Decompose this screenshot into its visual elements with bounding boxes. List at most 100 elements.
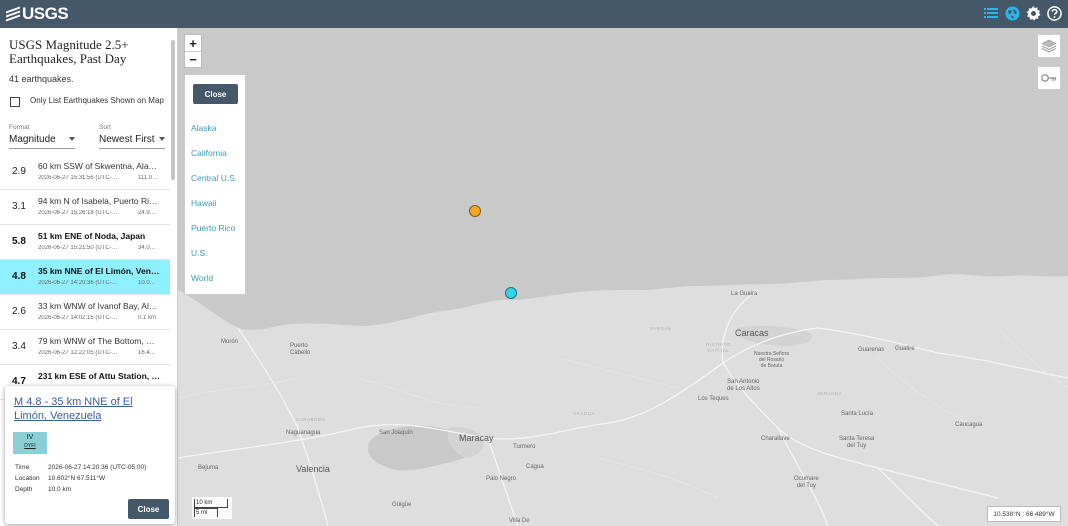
map-label-santa-lucia: Santa Lucía	[841, 411, 874, 417]
intensity-value: IV	[26, 434, 34, 441]
globe-icon[interactable]	[1004, 5, 1020, 21]
map-label-los-teques: Los Teques	[698, 396, 729, 402]
basemap	[178, 28, 1068, 526]
earthquake-count: 41 earthquakes.	[9, 74, 74, 84]
list-title: USGS Magnitude 2.5+ Earthquakes, Past Da…	[9, 37, 129, 66]
only-shown-on-map-checkbox[interactable]	[10, 97, 20, 107]
time-label: Time	[15, 464, 30, 471]
location-value: 10.602°N 67.511°W	[48, 475, 106, 482]
map-label-cagua: Cagua	[526, 464, 544, 470]
map-label-guigue: Güigüe	[392, 502, 412, 508]
region-selector-panel: Close Alaska California Central U.S. Haw…	[184, 74, 246, 295]
place: 94 km N of Isabela, Puerto Ri…	[38, 196, 158, 206]
legend-button[interactable]	[1037, 66, 1061, 90]
logo-text: USGS	[22, 4, 69, 23]
map-label-moron: Morón	[221, 339, 239, 345]
place: 60 km SSW of Skwentna, Ala…	[38, 161, 158, 171]
map-label-caucagua: Caucagua	[955, 422, 983, 428]
format-select[interactable]: Magnitude	[9, 134, 75, 149]
sort-label: Sort	[99, 124, 111, 131]
time: 2026-06-27 15:21:50 (UTC-…	[38, 245, 118, 251]
magnitude: 3.1	[12, 201, 26, 212]
map-label-distrito-capital: DISTRITO CAPITAL	[706, 342, 731, 353]
map-label-la-guaira: La Guaira	[731, 291, 758, 297]
usgs-wave-icon	[6, 6, 20, 22]
region-link-california[interactable]: California	[191, 148, 227, 158]
help-icon[interactable]	[1046, 5, 1062, 21]
list-item[interactable]: 3.4 79 km WNW of The Bottom, … 2026-06-2…	[0, 330, 170, 365]
popup-title-link[interactable]: M 4.8 - 35 km NNE of El Limón, Venezuela	[14, 395, 164, 423]
app-header: USGS	[0, 0, 1068, 28]
time: 2026-06-27 15:31:56 (UTC-…	[38, 175, 118, 181]
format-label: Format	[9, 124, 30, 131]
zoom-out-button[interactable]: −	[185, 51, 201, 67]
region-link-hawaii[interactable]: Hawaii	[191, 198, 217, 208]
popup-close-button[interactable]: Close	[128, 499, 169, 519]
region-link-us[interactable]: U.S.	[191, 248, 208, 258]
map-canvas[interactable]: Caracas Maracay Valencia La Guaira Morón…	[178, 28, 1068, 526]
list-item[interactable]: 3.1 94 km N of Isabela, Puerto Ri… 2026-…	[0, 190, 170, 225]
map-label-carabobo: CARABOBO	[296, 417, 326, 422]
region-close-button[interactable]: Close	[193, 84, 238, 104]
depth-value: 10.0 km	[48, 486, 72, 493]
sort-select[interactable]: Newest First	[99, 134, 165, 149]
map-label-miranda: MIRANDA	[818, 391, 843, 396]
depth: 16.4…	[138, 350, 156, 356]
place: 35 km NNE of El Limón, Ven…	[38, 266, 160, 276]
scale-mi: 5 mi	[194, 508, 218, 517]
list-item-selected[interactable]: 4.8 35 km NNE of El Limón, Ven… 2026-06-…	[0, 260, 170, 295]
depth: 10.0…	[138, 280, 156, 286]
magnitude: 2.9	[12, 166, 26, 177]
location-label: Location	[15, 475, 40, 482]
only-shown-on-map-label[interactable]: Only List Earthquakes Shown on Map	[30, 96, 164, 105]
zoom-in-button[interactable]: +	[185, 35, 201, 51]
magnitude: 5.8	[12, 236, 26, 247]
time: 2026-06-27 14:02:15 (UTC-…	[38, 315, 118, 321]
layers-icon	[1041, 39, 1057, 53]
time-value: 2026-06-27 14:20:36 (UTC-05:00)	[48, 464, 147, 471]
place: 79 km WNW of The Bottom, …	[38, 336, 155, 346]
map-label-aragua: ARAGUA	[573, 411, 596, 416]
map-label-caracas: Caracas	[735, 328, 769, 338]
zoom-control: + −	[184, 34, 202, 68]
region-link-puerto-rico[interactable]: Puerto Rico	[191, 223, 235, 233]
region-link-world[interactable]: World	[191, 273, 213, 283]
earthquake-marker[interactable]	[469, 205, 481, 217]
layers-button[interactable]	[1037, 34, 1061, 58]
earthquake-marker-selected[interactable]	[505, 287, 517, 299]
list-item[interactable]: 5.8 51 km ENE of Noda, Japan 2026-06-27 …	[0, 225, 170, 260]
depth: 111.0…	[138, 175, 159, 181]
intensity-badge[interactable]: IV DYFI	[13, 432, 47, 454]
time: 2026-06-27 15:26:18 (UTC-…	[38, 210, 118, 216]
map-label-guarenas: Guarenas	[858, 347, 885, 353]
map-label-maracay: Maracay	[459, 433, 494, 443]
cursor-coordinates: 10.538°N : 66.489°W	[987, 506, 1061, 522]
gear-icon[interactable]	[1025, 5, 1041, 21]
region-link-central-us[interactable]: Central U.S.	[191, 173, 237, 183]
map-label-puerto-cabello: Puerto Cabello	[290, 343, 311, 356]
place: 231 km ESE of Attu Station, …	[38, 371, 160, 381]
list-icon[interactable]	[983, 5, 999, 21]
map-label-turmero: Turmero	[513, 444, 536, 450]
earthquake-popup: M 4.8 - 35 km NNE of El Limón, Venezuela…	[5, 386, 175, 524]
list-scrollbar[interactable]	[171, 40, 175, 180]
time: 2026-06-27 14:20:36 (UTC-…	[38, 280, 118, 286]
magnitude: 3.4	[12, 341, 26, 352]
depth-label: Depth	[15, 486, 33, 493]
chevron-down-icon	[69, 137, 75, 141]
list-item[interactable]: 2.9 60 km SSW of Skwentna, Ala… 2026-06-…	[0, 155, 170, 190]
magnitude: 4.8	[12, 271, 26, 282]
map-label-ocumare: Ocumare del Tuy	[794, 476, 819, 489]
depth: 24.9…	[138, 210, 156, 216]
scale-km: 10 km	[194, 499, 228, 508]
format-value: Magnitude	[9, 134, 56, 145]
key-icon	[1041, 74, 1057, 82]
usgs-logo[interactable]: USGS	[6, 4, 69, 24]
map-label-naguanagua: Naguanagua	[286, 430, 321, 436]
map-label-charallave: Charallave	[761, 436, 790, 442]
list-item[interactable]: 2.6 33 km WNW of Ivanof Bay, Al… 2026-06…	[0, 295, 170, 330]
map-label-palo-negro: Palo Negro	[486, 476, 517, 482]
chevron-down-icon	[159, 137, 165, 141]
region-link-alaska[interactable]: Alaska	[191, 123, 217, 133]
map-label-bejuma: Bejuma	[198, 465, 219, 471]
